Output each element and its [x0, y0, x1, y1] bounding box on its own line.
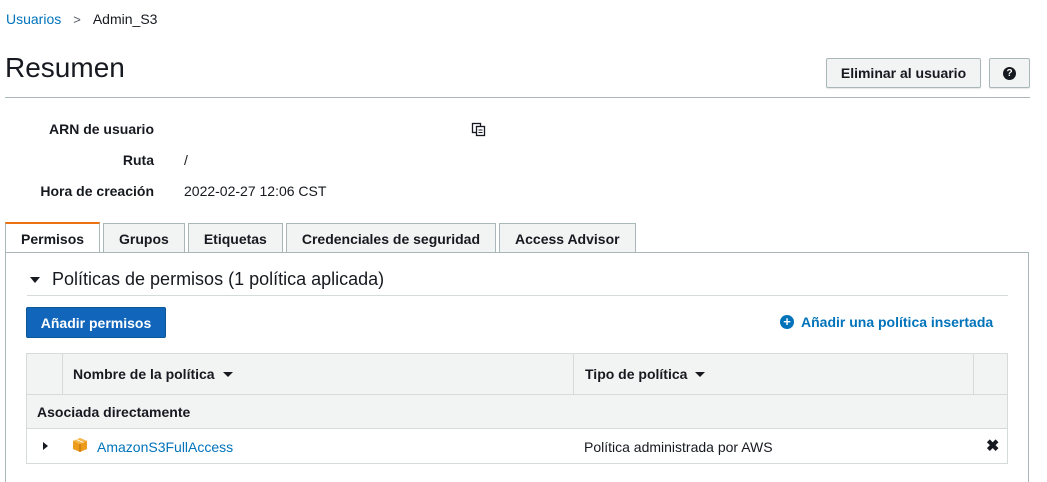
created-label: Hora de creación — [40, 183, 154, 199]
title-divider — [5, 97, 1030, 98]
help-button[interactable]: ? — [989, 58, 1030, 88]
actions-column-header — [974, 354, 1007, 394]
page-title: Resumen — [5, 52, 125, 83]
expand-row-icon[interactable] — [43, 442, 48, 450]
permissions-section-toggle[interactable]: Políticas de permisos (1 política aplica… — [27, 269, 384, 290]
tab-security-credentials[interactable]: Credenciales de seguridad — [285, 223, 497, 253]
tab-tags[interactable]: Etiquetas — [187, 223, 283, 253]
sort-caret-icon — [222, 371, 233, 377]
path-value: / — [184, 152, 188, 168]
tab-access-advisor[interactable]: Access Advisor — [499, 223, 636, 253]
table-header: Nombre de la política Tipo de política — [26, 353, 1008, 395]
permissions-section-title: Políticas de permisos (1 política aplica… — [52, 269, 385, 289]
column-header-policy-name-label: Nombre de la política — [73, 366, 215, 382]
copy-icon[interactable] — [471, 122, 486, 137]
plus-circle-icon: + — [780, 315, 794, 329]
section-divider — [27, 295, 1008, 296]
policy-name-link[interactable]: AmazonS3FullAccess — [97, 439, 233, 455]
policy-type-value: Política administrada por AWS — [584, 439, 773, 455]
caret-down-icon — [30, 276, 40, 283]
breadcrumb-current: Admin_S3 — [92, 11, 158, 27]
breadcrumb: Usuarios > Admin_S3 — [6, 11, 157, 27]
tab-groups[interactable]: Grupos — [103, 223, 185, 253]
add-inline-policy-link[interactable]: + Añadir una política insertada — [780, 314, 993, 330]
close-icon[interactable]: ✖ — [986, 436, 999, 456]
created-value: 2022-02-27 12:06 CST — [184, 183, 327, 199]
table-row: AmazonS3FullAccess Política administrada… — [26, 429, 1008, 464]
breadcrumb-separator: > — [73, 11, 81, 27]
group-row-attached-directly: Asociada directamente — [26, 395, 1008, 429]
column-header-policy-name[interactable]: Nombre de la política — [63, 354, 574, 394]
arn-label: ARN de usuario — [48, 121, 154, 137]
policies-table: Nombre de la política Tipo de política A… — [26, 353, 1008, 464]
add-permissions-button[interactable]: Añadir permisos — [26, 307, 166, 338]
sort-caret-icon — [695, 371, 706, 377]
delete-user-button[interactable]: Eliminar al usuario — [826, 58, 981, 88]
column-header-policy-type-label: Tipo de política — [585, 366, 688, 382]
path-label: Ruta — [122, 152, 154, 168]
column-header-policy-type[interactable]: Tipo de política — [574, 354, 974, 394]
breadcrumb-users-link[interactable]: Usuarios — [6, 11, 61, 27]
tab-bar: Permisos Grupos Etiquetas Credenciales d… — [5, 222, 639, 253]
add-inline-policy-label: Añadir una política insertada — [801, 314, 994, 330]
policy-cube-icon — [73, 438, 87, 452]
help-icon: ? — [1003, 66, 1016, 80]
tab-permissions[interactable]: Permisos — [5, 222, 101, 253]
expand-column-header — [27, 354, 63, 394]
